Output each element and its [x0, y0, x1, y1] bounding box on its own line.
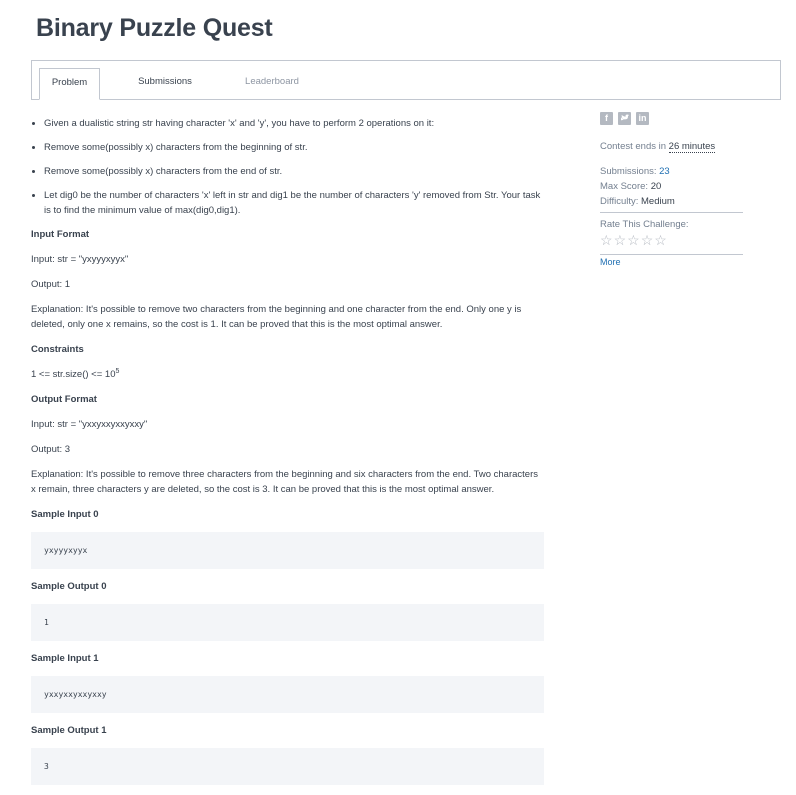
challenge-sidebar: f in Contest ends in 26 minutes Submissi… — [600, 112, 744, 267]
output-format-explanation: Explanation: It's possible to remove thr… — [31, 469, 538, 495]
output-format-output: Output: 3 — [31, 444, 71, 455]
challenge-stats: Submissions: 23 Max Score: 20 Difficulty… — [600, 164, 675, 209]
linkedin-icon[interactable]: in — [636, 112, 649, 125]
star-icon[interactable]: ☆ — [600, 232, 614, 248]
more-link[interactable]: More — [600, 257, 621, 267]
max-score-stat: Max Score: 20 — [600, 179, 675, 194]
tab-submissions[interactable]: Submissions — [132, 68, 198, 100]
sample-output-0-heading: Sample Output 0 — [31, 581, 107, 592]
list-item: Remove some(possibly x) characters from … — [44, 140, 544, 155]
submissions-count-link[interactable]: 23 — [659, 166, 670, 177]
input-format-heading: Input Format — [31, 229, 90, 240]
tab-problem[interactable]: Problem — [39, 68, 100, 100]
sample-input-1-heading: Sample Input 1 — [31, 653, 99, 664]
twitter-icon[interactable] — [618, 112, 631, 125]
sample-input-0-code: yxyyyxyyx — [31, 532, 544, 569]
star-icon[interactable]: ☆ — [654, 232, 668, 248]
constraints-text: 1 <= str.size() <= 105 — [31, 367, 544, 382]
sample-output-1-code: 3 — [31, 748, 544, 785]
contest-label: Contest ends in — [600, 141, 669, 152]
constraint-exponent: 5 — [115, 367, 120, 375]
submissions-stat: Submissions: 23 — [600, 164, 675, 179]
social-share-bar: f in — [600, 112, 744, 127]
facebook-icon[interactable]: f — [600, 112, 613, 125]
max-score-value: 20 — [650, 181, 662, 192]
star-icon[interactable]: ☆ — [614, 232, 628, 248]
sample-output-1-heading: Sample Output 1 — [31, 725, 107, 736]
output-format-heading: Output Format — [31, 394, 97, 405]
list-item: Given a dualistic string str having char… — [44, 116, 544, 131]
constraint-expression: 1 <= str.size() <= 10 — [31, 369, 116, 380]
difficulty-label: Difficulty: — [600, 196, 642, 207]
submissions-label: Submissions: — [600, 166, 660, 177]
sample-input-1-code: yxxyxxyxxyxxy — [31, 676, 544, 713]
tab-bar: Problem Submissions Leaderboard — [31, 60, 781, 100]
sidebar-divider — [600, 254, 743, 255]
sample-input-0-heading: Sample Input 0 — [31, 509, 99, 520]
star-icon[interactable]: ☆ — [627, 232, 641, 248]
contest-timer: Contest ends in 26 minutes — [600, 141, 716, 153]
rate-challenge-label: Rate This Challenge: — [600, 219, 689, 230]
problem-bullet-list: Given a dualistic string str having char… — [31, 116, 544, 218]
difficulty-value: Medium — [641, 196, 675, 207]
contest-time-remaining: 26 minutes — [668, 141, 716, 153]
sidebar-divider — [600, 212, 743, 213]
sample-output-0-code: 1 — [31, 604, 544, 641]
difficulty-stat: Difficulty: Medium — [600, 194, 675, 209]
input-format-input: Input: str = "yxyyyxyyx" — [31, 254, 129, 265]
input-format-output: Output: 1 — [31, 279, 71, 290]
page-title: Binary Puzzle Quest — [36, 14, 273, 42]
input-format-explanation: Explanation: It's possible to remove two… — [31, 304, 522, 330]
max-score-label: Max Score: — [600, 181, 651, 192]
star-icon[interactable]: ☆ — [641, 232, 655, 248]
tab-leaderboard[interactable]: Leaderboard — [237, 68, 307, 100]
constraints-heading: Constraints — [31, 344, 84, 355]
output-format-input: Input: str = "yxxyxxyxxyxxy" — [31, 419, 148, 430]
list-item: Let dig0 be the number of characters 'x'… — [44, 188, 544, 218]
list-item: Remove some(possibly x) characters from … — [44, 164, 544, 179]
problem-statement: Given a dualistic string str having char… — [31, 116, 544, 795]
rating-stars: ☆☆☆☆☆ — [600, 232, 668, 249]
